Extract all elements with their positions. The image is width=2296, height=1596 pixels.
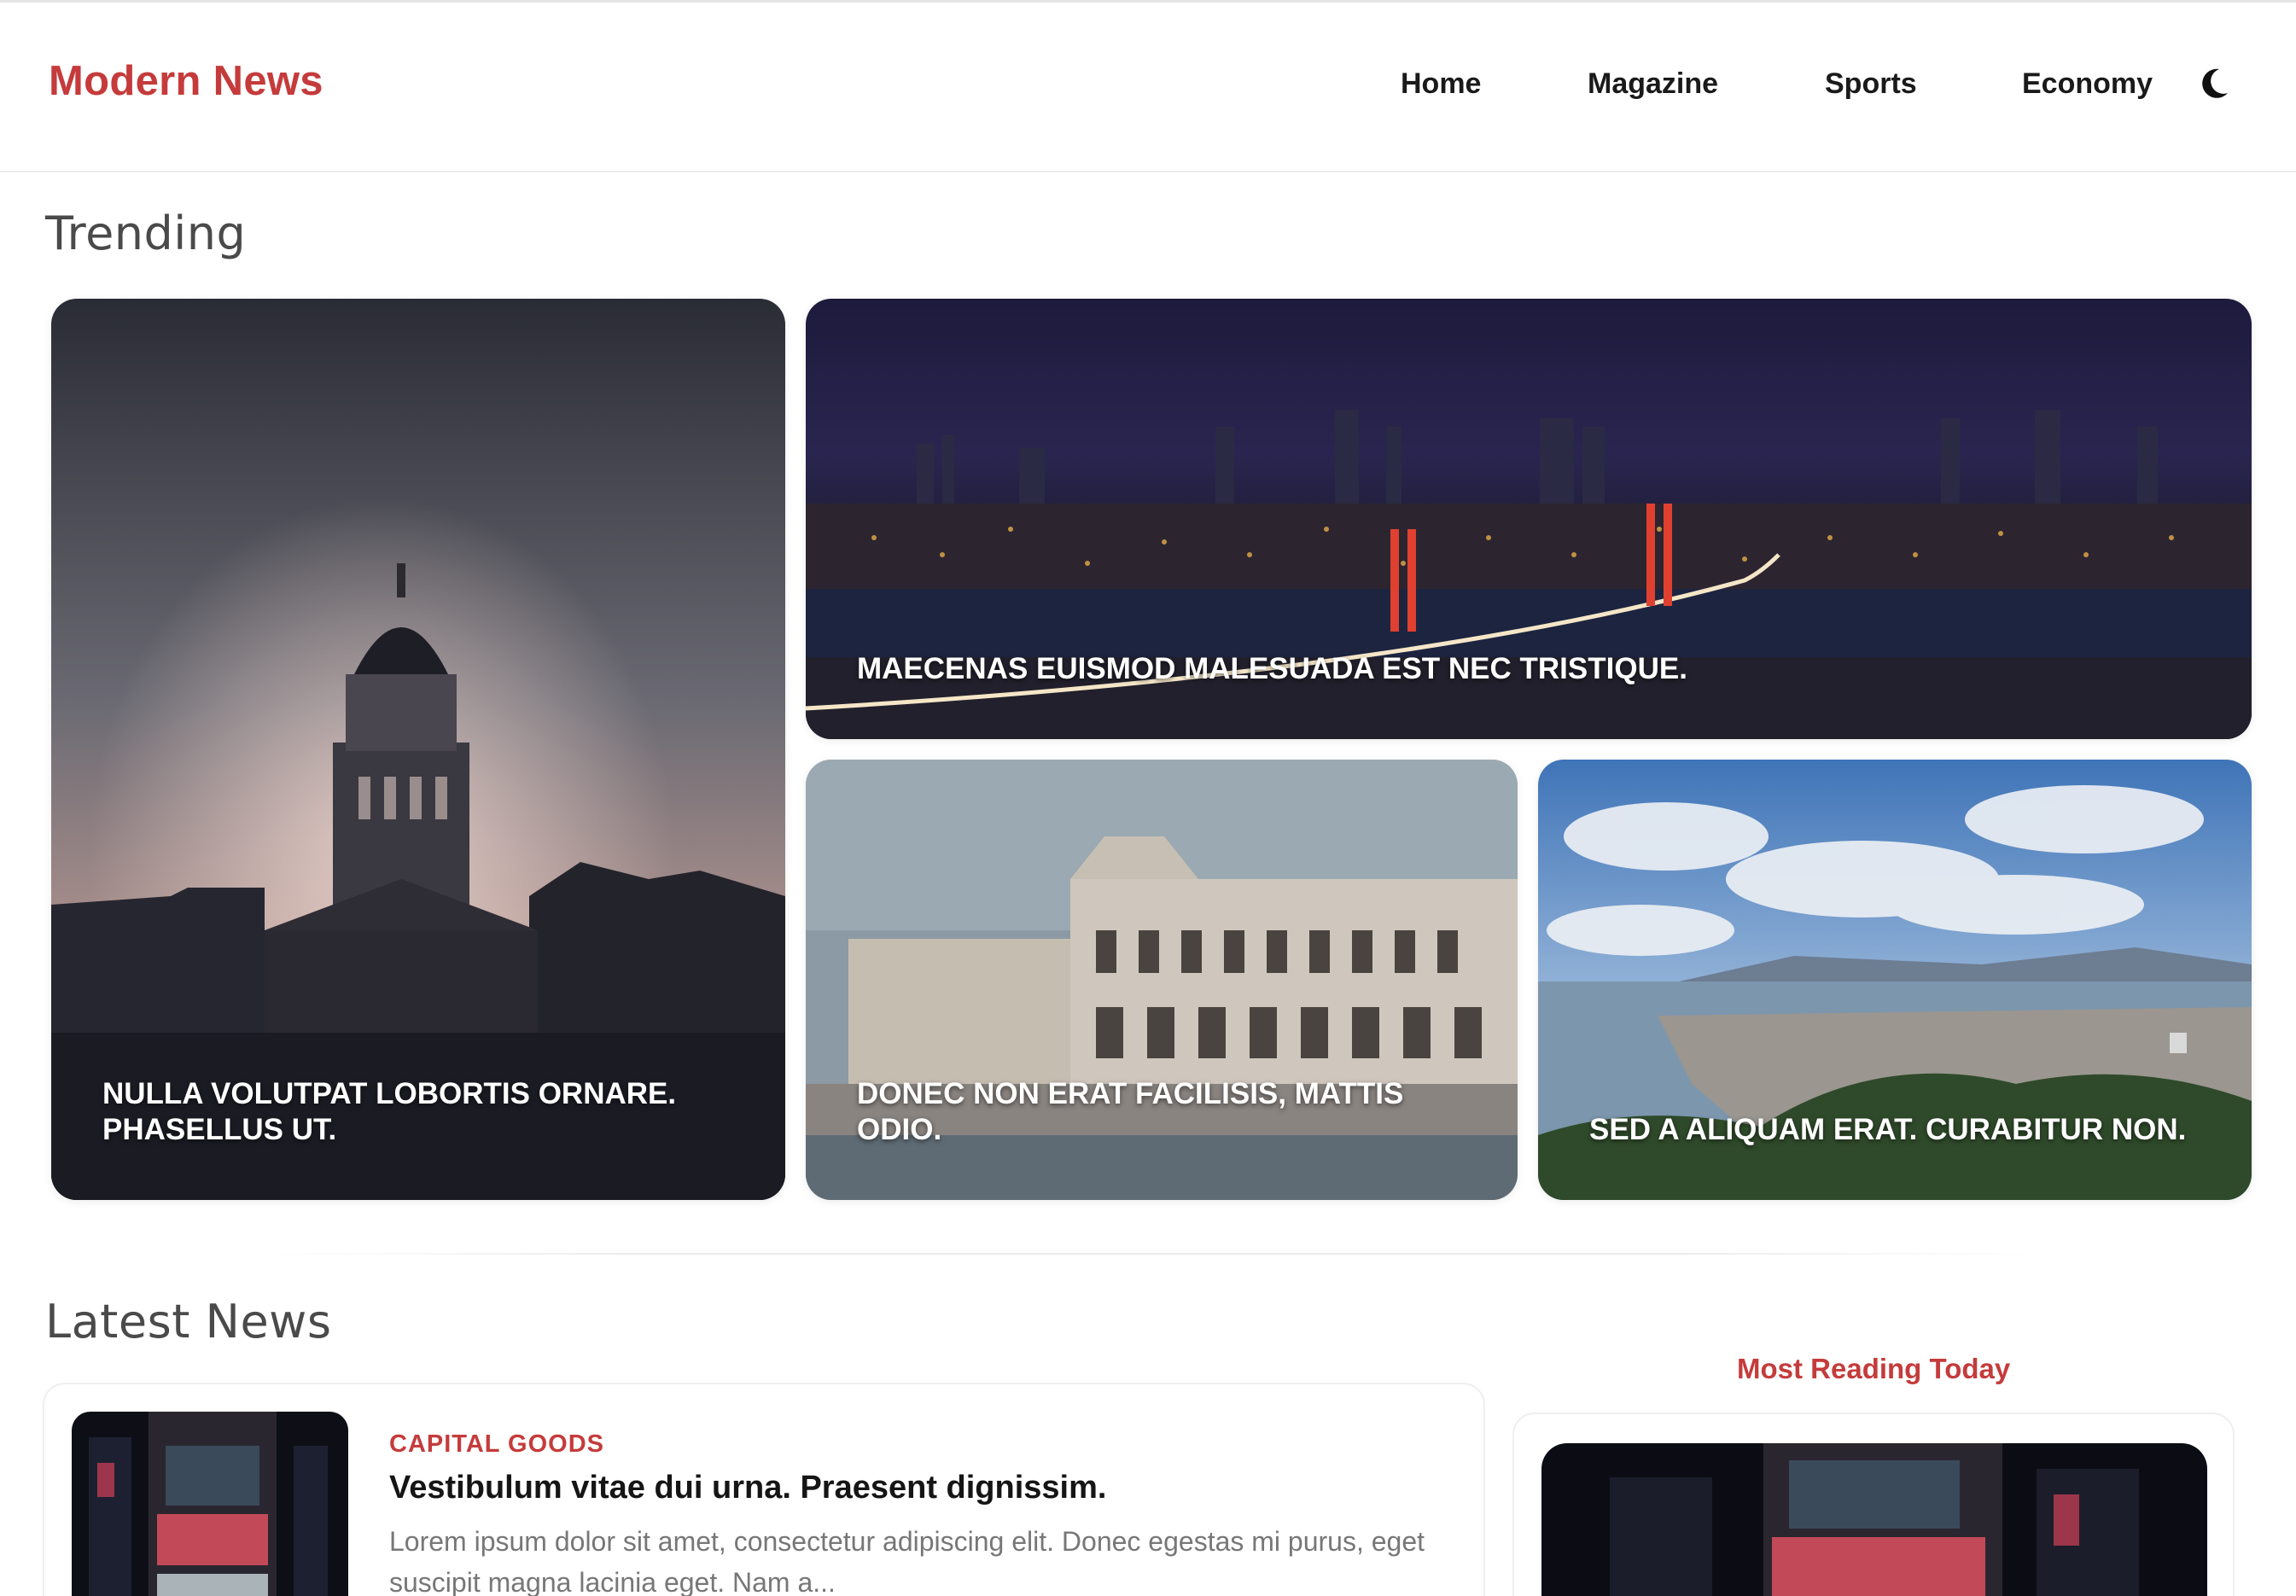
moon-icon[interactable] — [2200, 67, 2229, 100]
news-card-image[interactable] — [72, 1412, 348, 1596]
news-category[interactable]: CAPITAL GOODS — [389, 1430, 604, 1459]
news-card[interactable]: CAPITAL GOODS Vestibulum vitae dui urna.… — [43, 1383, 1485, 1596]
trending-card-image — [51, 299, 785, 1200]
trending-card-title[interactable]: Maecenas euismod malesuada est nec trist… — [857, 651, 2200, 688]
nav-economy[interactable]: Economy — [2022, 67, 2153, 101]
most-reading-card[interactable] — [1512, 1413, 2235, 1596]
trending-heading: Trending — [45, 207, 247, 260]
trending-card[interactable]: Maecenas euismod malesuada est nec trist… — [806, 299, 2252, 739]
trending-card-title[interactable]: Donec non erat facilisis, mattis odio. — [857, 1076, 1466, 1149]
trending-card-title[interactable]: Sed a aliquam erat. Curabitur non. — [1589, 1112, 2200, 1149]
nav-magazine[interactable]: Magazine — [1588, 67, 1718, 101]
nav-sports[interactable]: Sports — [1825, 67, 1917, 101]
trending-card-title[interactable]: Nulla volutpat lobortis ornare. Phasellu… — [102, 1076, 734, 1149]
site-header: Modern News Home Magazine Sports Economy — [0, 0, 2296, 172]
most-reading-heading: Most Reading Today — [1737, 1353, 2011, 1384]
most-reading-image[interactable] — [1541, 1443, 2207, 1596]
main-nav: Home Magazine Sports Economy — [0, 67, 2296, 105]
latest-news-heading: Latest News — [45, 1295, 332, 1348]
trending-card[interactable]: Sed a aliquam erat. Curabitur non. — [1538, 760, 2252, 1200]
trending-card[interactable]: Nulla volutpat lobortis ornare. Phasellu… — [51, 299, 785, 1200]
section-divider — [271, 1253, 2033, 1255]
news-excerpt: Lorem ipsum dolor sit amet, consectetur … — [389, 1526, 1425, 1596]
news-title[interactable]: Vestibulum vitae dui urna. Praesent dign… — [389, 1470, 1106, 1506]
nav-home[interactable]: Home — [1401, 67, 1481, 101]
trending-card[interactable]: Donec non erat facilisis, mattis odio. — [806, 760, 1518, 1200]
